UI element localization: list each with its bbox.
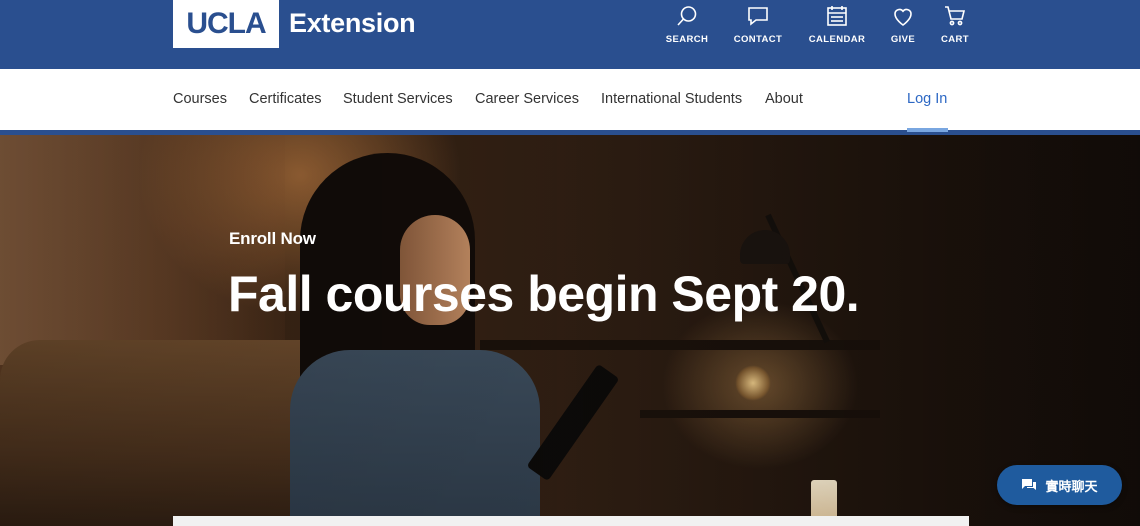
cart-label: CART (941, 34, 969, 45)
ucla-extension-logo[interactable]: UCLA Extension (173, 0, 416, 48)
heart-icon (894, 8, 912, 26)
calendar-label: CALENDAR (808, 34, 866, 45)
contact-link[interactable]: CONTACT (728, 4, 788, 45)
hero-overlay (0, 135, 1140, 526)
nav-item-career-services[interactable]: Career Services (475, 91, 579, 107)
live-chat-button[interactable]: 實時聊天 (997, 465, 1122, 505)
give-label: GIVE (890, 34, 916, 45)
search-label: SEARCH (665, 34, 709, 45)
main-navigation: Courses Certificates Student Services Ca… (0, 69, 1140, 130)
search-icon (677, 6, 697, 26)
chat-icon (1022, 479, 1037, 490)
content-card (173, 516, 969, 526)
hero-banner: Enroll Now Fall courses begin Sept 20. (0, 135, 1140, 526)
live-chat-label: 實時聊天 (1045, 478, 1098, 494)
nav-item-certificates[interactable]: Certificates (249, 91, 322, 107)
give-link[interactable]: GIVE (873, 4, 933, 45)
cart-link[interactable]: CART (925, 4, 985, 45)
login-link[interactable]: Log In (907, 91, 947, 107)
site-header: UCLA Extension SEARCH CONTACT CALENDAR G… (0, 0, 1140, 69)
calendar-link[interactable]: CALENDAR (807, 4, 867, 45)
logo-text: UCLA (186, 7, 266, 40)
logo-product-name: Extension (289, 8, 416, 38)
calendar-icon (827, 6, 847, 26)
hero-headline: Fall courses begin Sept 20. (228, 266, 860, 322)
nav-item-about[interactable]: About (765, 91, 803, 107)
logo-badge: UCLA (173, 0, 279, 48)
nav-item-courses[interactable]: Courses (173, 91, 227, 107)
login-active-indicator (907, 128, 948, 132)
nav-item-international-students[interactable]: International Students (601, 91, 742, 107)
cart-icon (945, 6, 966, 26)
search-link[interactable]: SEARCH (657, 4, 717, 45)
nav-item-student-services[interactable]: Student Services (343, 91, 453, 107)
chat-bubble-icon (748, 7, 768, 26)
contact-label: CONTACT (733, 34, 783, 45)
hero-eyebrow: Enroll Now (229, 229, 316, 248)
